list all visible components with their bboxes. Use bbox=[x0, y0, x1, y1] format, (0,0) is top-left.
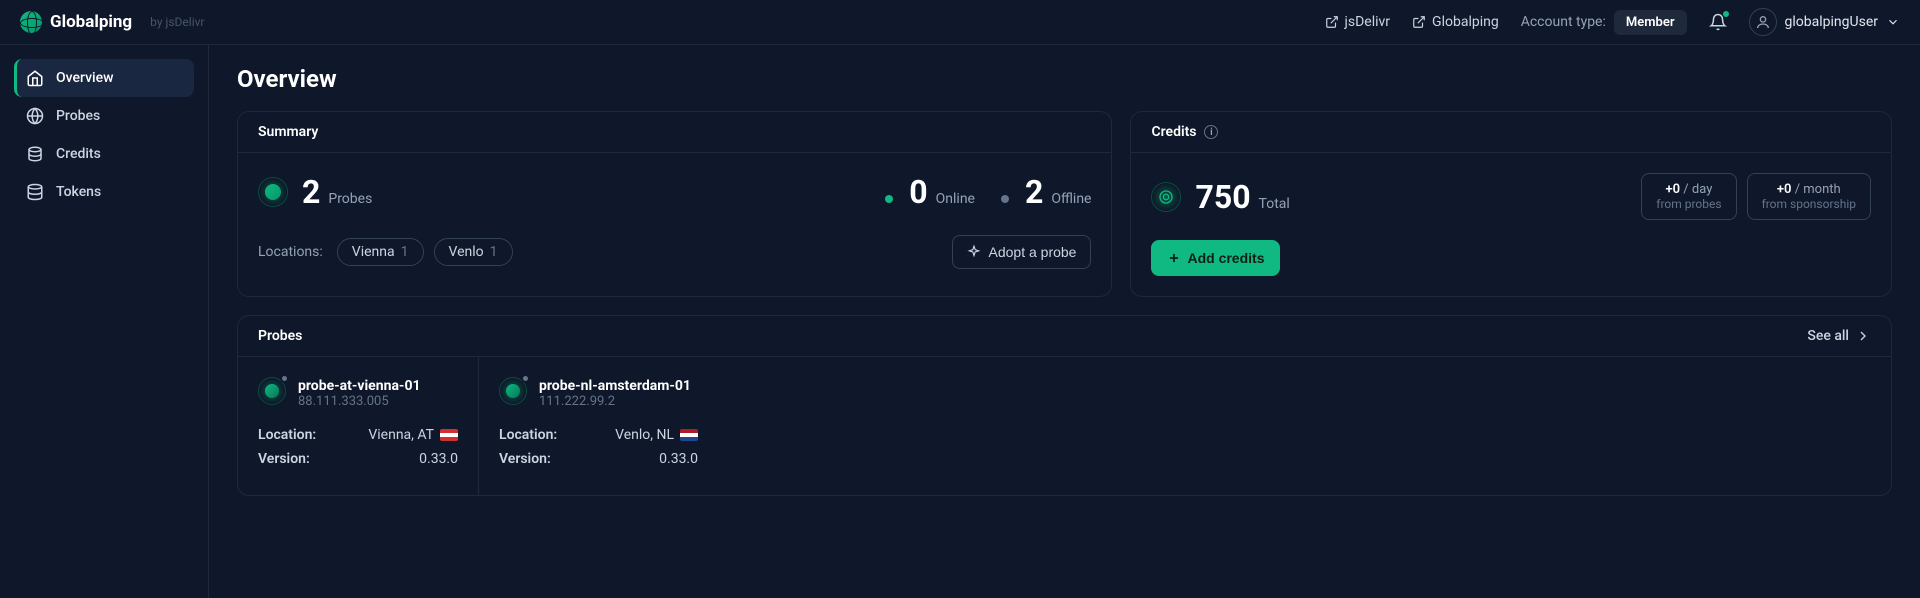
offline-stat: 2 Offline bbox=[1001, 173, 1092, 211]
probe-version-label: Version: bbox=[258, 451, 310, 467]
link-globalping[interactable]: Globalping bbox=[1412, 14, 1499, 30]
notification-dot bbox=[1723, 11, 1729, 17]
add-credits-button[interactable]: Add credits bbox=[1151, 240, 1280, 276]
username: globalpingUser bbox=[1785, 14, 1878, 30]
main-content: Overview Summary 2 Probes 0 bbox=[209, 45, 1920, 598]
link-globalping-label: Globalping bbox=[1432, 14, 1499, 30]
locations-label: Locations: bbox=[258, 244, 323, 260]
credits-per-month-sub: from sponsorship bbox=[1762, 197, 1856, 211]
location-chip-venlo[interactable]: Venlo 1 bbox=[434, 238, 513, 266]
online-stat: 0 Online bbox=[885, 173, 975, 211]
adopt-probe-label: Adopt a probe bbox=[989, 244, 1077, 260]
location-chip-count: 1 bbox=[401, 244, 409, 260]
online-count: 0 bbox=[909, 173, 927, 211]
total-probes-count: 2 bbox=[302, 173, 320, 211]
probe-ip: 88.111.333.005 bbox=[298, 394, 421, 409]
info-icon[interactable]: i bbox=[1204, 125, 1218, 139]
account-type-label: Account type: bbox=[1521, 14, 1606, 30]
credits-per-day-box: +0 / day from probes bbox=[1641, 173, 1736, 220]
location-chip-name: Venlo bbox=[449, 244, 484, 260]
account-type: Account type: Member bbox=[1521, 10, 1687, 35]
flag-nl-icon bbox=[680, 429, 698, 441]
app-header: Globalping by jsDelivr jsDelivr Globalpi… bbox=[0, 0, 1920, 45]
location-chip-count: 1 bbox=[490, 244, 498, 260]
summary-title: Summary bbox=[238, 112, 1111, 153]
probe-version-label: Version: bbox=[499, 451, 551, 467]
probe-location-label: Location: bbox=[499, 427, 557, 443]
probe-location-value: Venlo, NL bbox=[615, 427, 674, 443]
sparkle-icon bbox=[967, 245, 981, 259]
sidebar-item-overview[interactable]: Overview bbox=[14, 59, 194, 97]
offline-label: Offline bbox=[1051, 191, 1091, 207]
external-link-icon bbox=[1325, 15, 1339, 29]
probe-status-dot-icon bbox=[280, 374, 289, 383]
credits-per-day-sub: from probes bbox=[1656, 197, 1721, 211]
globalping-logo-icon bbox=[20, 11, 42, 33]
sidebar-item-label: Credits bbox=[56, 146, 101, 162]
online-label: Online bbox=[936, 191, 975, 207]
sidebar-item-credits[interactable]: Credits bbox=[14, 135, 194, 173]
probe-location-value: Vienna, AT bbox=[368, 427, 434, 443]
offline-count: 2 bbox=[1025, 173, 1043, 211]
probe-status-dot-icon bbox=[521, 374, 530, 383]
online-dot-icon bbox=[885, 195, 893, 203]
offline-dot-icon bbox=[1001, 195, 1009, 203]
credits-per-day-unit: / day bbox=[1683, 182, 1712, 197]
credits-title: Credits bbox=[1151, 124, 1196, 140]
add-credits-label: Add credits bbox=[1187, 250, 1264, 266]
probe-item[interactable]: probe-at-vienna-01 88.111.333.005 Locati… bbox=[238, 357, 478, 495]
home-icon bbox=[26, 69, 44, 87]
probe-name: probe-at-vienna-01 bbox=[298, 378, 421, 394]
notifications-button[interactable] bbox=[1709, 13, 1727, 31]
plus-icon bbox=[1167, 251, 1181, 265]
summary-card: Summary 2 Probes 0 Online bbox=[237, 111, 1112, 297]
credits-per-day-value: +0 bbox=[1665, 182, 1680, 197]
credits-per-month-box: +0 / month from sponsorship bbox=[1747, 173, 1871, 220]
probe-item[interactable]: probe-nl-amsterdam-01 111.222.99.2 Locat… bbox=[478, 357, 718, 495]
see-all-label: See all bbox=[1807, 328, 1849, 344]
probe-version-value: 0.33.0 bbox=[419, 451, 458, 467]
globe-icon bbox=[26, 107, 44, 125]
sidebar-item-label: Overview bbox=[56, 70, 113, 86]
total-probes-label: Probes bbox=[328, 191, 372, 207]
external-link-icon bbox=[1412, 15, 1426, 29]
brand-byline: by jsDelivr bbox=[150, 15, 204, 29]
sidebar-item-tokens[interactable]: Tokens bbox=[14, 173, 194, 211]
link-jsdelivr-label: jsDelivr bbox=[1345, 14, 1391, 30]
credits-per-month-value: +0 bbox=[1777, 182, 1792, 197]
database-icon bbox=[26, 183, 44, 201]
link-jsdelivr[interactable]: jsDelivr bbox=[1325, 14, 1391, 30]
see-all-link[interactable]: See all bbox=[1807, 328, 1871, 344]
credits-total-label: Total bbox=[1259, 196, 1290, 212]
probe-version-value: 0.33.0 bbox=[659, 451, 698, 467]
probe-ip: 111.222.99.2 bbox=[539, 394, 691, 409]
brand-name: Globalping bbox=[50, 12, 132, 32]
avatar bbox=[1749, 8, 1777, 36]
user-menu[interactable]: globalpingUser bbox=[1749, 8, 1900, 36]
sidebar-item-label: Tokens bbox=[56, 184, 101, 200]
sidebar-item-label: Probes bbox=[56, 108, 100, 124]
chevron-down-icon bbox=[1886, 15, 1900, 29]
page-title: Overview bbox=[237, 65, 1892, 93]
probes-card: Probes See all probe-at-vienna-01 bbox=[237, 315, 1892, 496]
account-type-badge[interactable]: Member bbox=[1614, 10, 1687, 35]
location-chip-name: Vienna bbox=[352, 244, 395, 260]
adopt-probe-button[interactable]: Adopt a probe bbox=[952, 235, 1092, 269]
user-icon bbox=[1755, 14, 1771, 30]
credits-per-month-unit: / month bbox=[1795, 182, 1841, 197]
chevron-right-icon bbox=[1855, 328, 1871, 344]
coins-icon bbox=[26, 145, 44, 163]
credits-icon bbox=[1151, 182, 1181, 212]
probe-name: probe-nl-amsterdam-01 bbox=[539, 378, 691, 394]
probes-title: Probes bbox=[258, 328, 302, 344]
credits-total: 750 bbox=[1195, 178, 1250, 216]
flag-at-icon bbox=[440, 429, 458, 441]
probe-location-label: Location: bbox=[258, 427, 316, 443]
sidebar-item-probes[interactable]: Probes bbox=[14, 97, 194, 135]
probe-icon bbox=[258, 177, 288, 207]
credits-card: Credits i 750 Total +0 bbox=[1130, 111, 1892, 297]
brand[interactable]: Globalping by jsDelivr bbox=[20, 11, 205, 33]
sidebar: Overview Probes Credits Tokens bbox=[0, 45, 209, 598]
location-chip-vienna[interactable]: Vienna 1 bbox=[337, 238, 424, 266]
